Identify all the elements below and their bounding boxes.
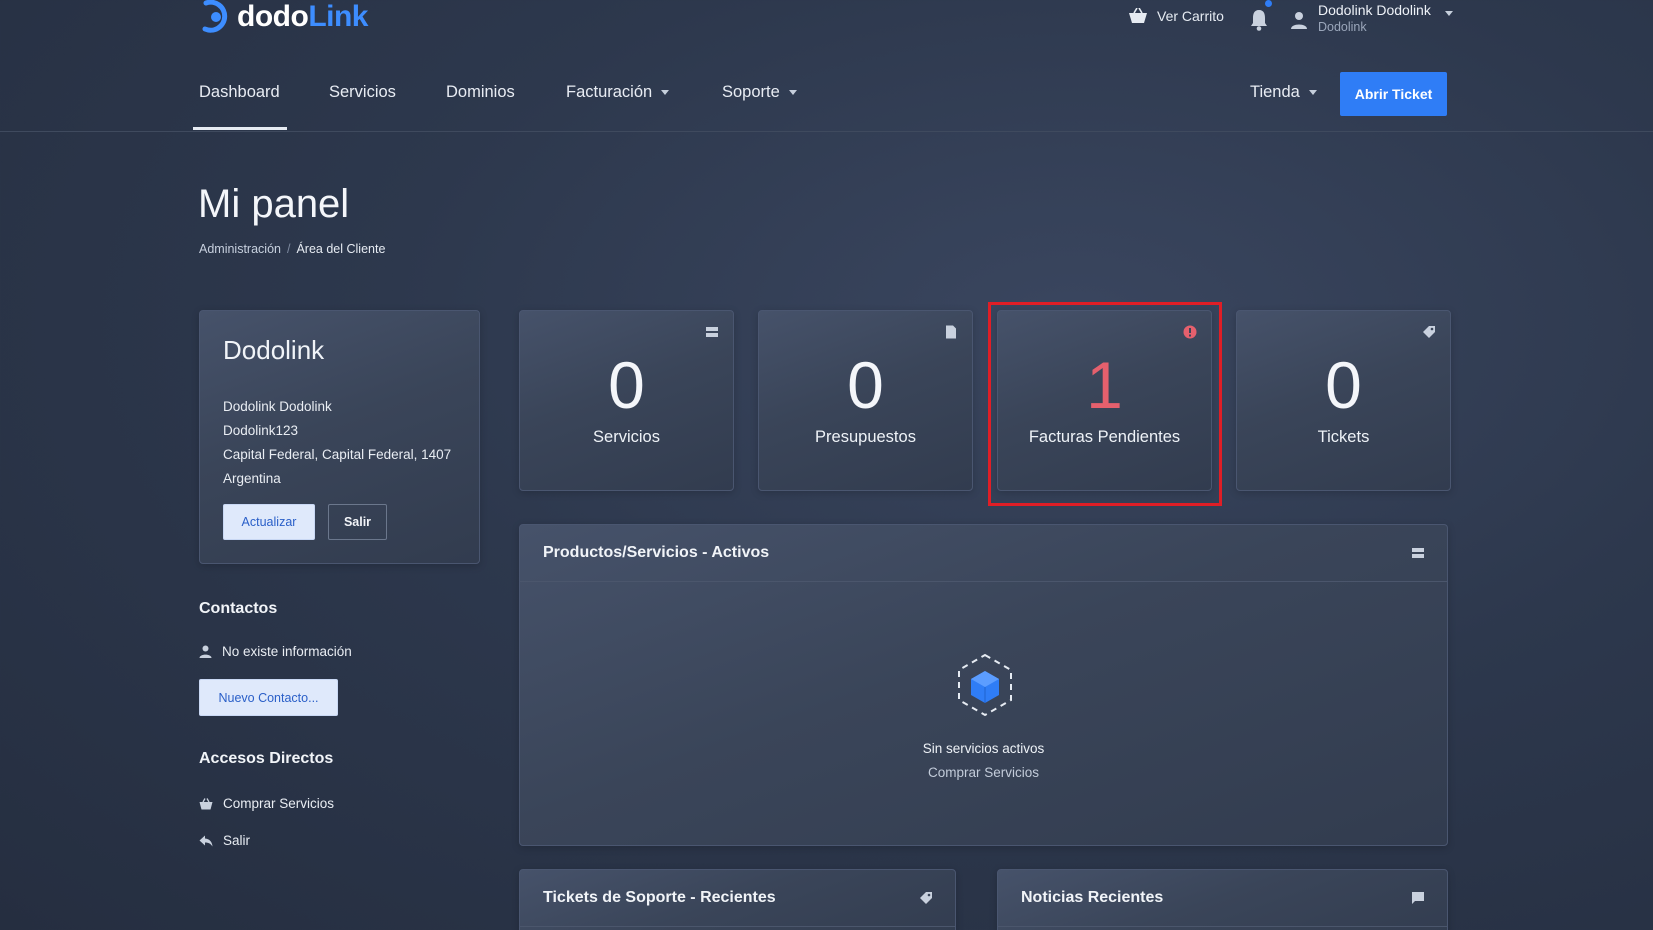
- products-panel: Productos/Servicios - Activos Sin servic…: [519, 524, 1448, 846]
- notifications-button[interactable]: [1247, 0, 1272, 32]
- page-title: Mi panel: [198, 182, 350, 226]
- user-icon: [199, 645, 212, 658]
- nav-tienda[interactable]: Tienda: [1250, 83, 1317, 102]
- breadcrumb-link-admin[interactable]: Administración: [199, 242, 281, 256]
- logout-button[interactable]: Salir: [328, 504, 387, 540]
- bell-icon: [1251, 10, 1267, 31]
- cart-label: Ver Carrito: [1157, 8, 1224, 24]
- user-menu[interactable]: Dodolink Dodolink Dodolink: [1290, 1, 1453, 35]
- brand-logo[interactable]: dodoLink: [198, 0, 368, 38]
- basket-icon: [1129, 8, 1147, 23]
- news-panel: Noticias Recientes: [997, 869, 1448, 930]
- stat-value: 0: [1325, 348, 1362, 422]
- contacts-empty-text: No existe información: [222, 644, 352, 659]
- update-button[interactable]: Actualizar: [223, 504, 315, 540]
- new-contact-button[interactable]: Nuevo Contacto...: [199, 679, 338, 716]
- server-icon: [1412, 548, 1424, 558]
- tag-icon: [1423, 326, 1435, 338]
- tickets-panel-title: Tickets de Soporte - Recientes: [543, 889, 776, 906]
- chevron-down-icon: [661, 90, 670, 95]
- stat-label: Tickets: [1317, 428, 1370, 446]
- stat-label: Presupuestos: [815, 428, 916, 446]
- profile-line: Dodolink Dodolink: [223, 399, 332, 414]
- document-icon: [946, 325, 956, 339]
- user-icon: [1291, 12, 1307, 29]
- products-panel-header: Productos/Servicios - Activos: [520, 525, 1447, 582]
- breadcrumb-separator: /: [286, 242, 291, 256]
- nav-divider: [0, 131, 1653, 132]
- nav-dominios[interactable]: Dominios: [446, 83, 515, 102]
- profile-line: Argentina: [223, 471, 281, 486]
- profile-address: Dodolink Dodolink Dodolink123 Capital Fe…: [223, 395, 451, 491]
- nav-facturacion-label: Facturación: [566, 83, 653, 101]
- products-empty-text: Sin servicios activos: [922, 741, 1045, 756]
- stat-value: 0: [847, 348, 884, 422]
- reply-arrow-icon: [199, 835, 213, 846]
- tag-icon: [920, 892, 932, 904]
- contacts-title: Contactos: [199, 600, 278, 617]
- tickets-panel-header: Tickets de Soporte - Recientes: [520, 870, 955, 927]
- chevron-down-icon: [1444, 11, 1453, 16]
- news-panel-header: Noticias Recientes: [998, 870, 1447, 927]
- nav-facturacion[interactable]: Facturación: [566, 83, 670, 102]
- breadcrumb: Administración / Área del Cliente: [199, 242, 385, 256]
- nav-servicios[interactable]: Servicios: [329, 83, 396, 102]
- breadcrumb-current: Área del Cliente: [296, 242, 386, 256]
- cart-link[interactable]: Ver Carrito: [1128, 8, 1224, 24]
- logo-text-part2: Link: [308, 0, 368, 33]
- user-company: Dodolink: [1318, 20, 1367, 34]
- shortcut-buy-services[interactable]: Comprar Servicios: [199, 796, 334, 811]
- open-ticket-button[interactable]: Abrir Ticket: [1340, 72, 1447, 116]
- profile-line: Dodolink123: [223, 423, 299, 438]
- nav-servicios-label: Servicios: [329, 83, 396, 101]
- news-panel-title: Noticias Recientes: [1021, 889, 1164, 906]
- nav-active-indicator: [193, 127, 287, 130]
- profile-line: Capital Federal, Capital Federal, 1407: [223, 447, 452, 462]
- shortcut-logout[interactable]: Salir: [199, 833, 250, 848]
- nav-soporte[interactable]: Soporte: [722, 83, 797, 102]
- stat-tile-quotes[interactable]: 0 Presupuestos: [758, 310, 973, 491]
- logo-text-part1: dodo: [237, 0, 309, 33]
- shortcuts-title: Accesos Directos: [199, 750, 334, 767]
- nav-dominios-label: Dominios: [446, 83, 515, 101]
- chevron-down-icon: [1308, 90, 1317, 95]
- buy-services-link[interactable]: Comprar Servicios: [520, 765, 1447, 780]
- nav-soporte-label: Soporte: [722, 83, 780, 101]
- chevron-down-icon: [788, 90, 797, 95]
- highlight-box: [988, 302, 1222, 506]
- profile-title: Dodolink: [223, 335, 325, 365]
- logo-mark-icon: [202, 0, 228, 33]
- stat-label: Servicios: [593, 428, 660, 446]
- tickets-panel: Tickets de Soporte - Recientes: [519, 869, 956, 930]
- notification-dot: [1265, 0, 1272, 7]
- stat-value: 0: [608, 348, 645, 422]
- server-icon: [706, 327, 718, 337]
- basket-icon: [199, 797, 213, 809]
- profile-card: Dodolink Dodolink Dodolink Dodolink123 C…: [199, 310, 480, 564]
- nav-dashboard[interactable]: Dashboard: [199, 83, 280, 102]
- nav-tienda-label: Tienda: [1250, 83, 1300, 101]
- shortcut-label: Salir: [223, 833, 251, 848]
- cube-icon: [958, 653, 1012, 717]
- stat-tile-services[interactable]: 0 Servicios: [519, 310, 734, 491]
- nav-dashboard-label: Dashboard: [199, 83, 280, 101]
- shortcut-label: Comprar Servicios: [223, 796, 335, 811]
- stat-tile-tickets[interactable]: 0 Tickets: [1236, 310, 1451, 491]
- products-panel-title: Productos/Servicios - Activos: [543, 544, 770, 561]
- user-name: Dodolink Dodolink: [1318, 2, 1431, 18]
- contacts-empty: No existe información: [199, 644, 352, 659]
- comment-icon: [1412, 892, 1424, 904]
